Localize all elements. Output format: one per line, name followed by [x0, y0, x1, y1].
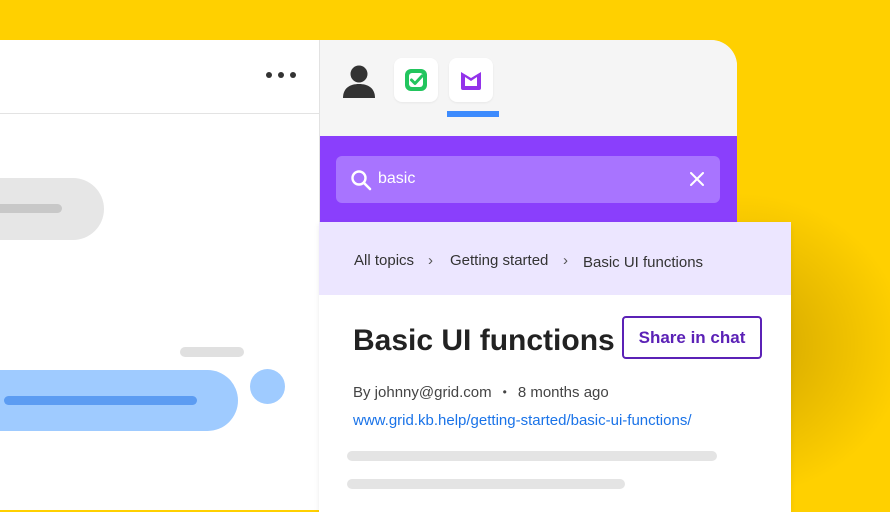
message-placeholder-line: [4, 396, 197, 405]
chevron-right-icon: ›: [428, 252, 433, 269]
more-horizontal-icon[interactable]: [266, 72, 296, 82]
breadcrumb-current: Basic UI functions: [583, 254, 704, 271]
share-in-chat-button[interactable]: Share in chat: [622, 316, 762, 359]
panel-tab-bar: [320, 40, 737, 136]
content-placeholder-line: [347, 479, 625, 489]
tab-tasks[interactable]: [394, 58, 438, 102]
search-query-text[interactable]: basic: [378, 170, 415, 188]
chat-window: [0, 40, 330, 510]
meta-separator: •: [502, 385, 507, 399]
user-icon[interactable]: [342, 64, 376, 100]
timestamp-text: 8 months ago: [517, 384, 609, 401]
article-card: All topics › Getting started › Basic UI …: [319, 222, 791, 512]
message-placeholder-line: [0, 204, 62, 213]
breadcrumb: All topics › Getting started › Basic UI …: [319, 222, 791, 295]
search-input[interactable]: basic: [336, 156, 720, 203]
search-icon: [351, 170, 372, 191]
breadcrumb-all-topics[interactable]: All topics: [354, 252, 414, 269]
page-title: Basic UI functions: [353, 324, 615, 357]
chevron-right-icon: ›: [563, 252, 568, 269]
article-url-link[interactable]: www.grid.kb.help/getting-started/basic-u…: [353, 412, 692, 429]
incoming-message-bubble: [0, 178, 104, 240]
content-placeholder-line: [347, 451, 717, 461]
tab-knowledge-base[interactable]: [449, 58, 493, 102]
chat-header: [0, 40, 330, 114]
breadcrumb-getting-started[interactable]: Getting started: [450, 252, 548, 269]
search-header: basic: [320, 136, 737, 222]
article-meta: By johnny@grid.com • 8 months ago: [353, 384, 609, 401]
active-tab-indicator: [447, 111, 499, 117]
check-square-icon: [405, 69, 427, 91]
outgoing-message-bubble: [0, 370, 238, 431]
close-icon[interactable]: [690, 172, 704, 186]
timestamp-placeholder: [180, 347, 244, 357]
avatar: [250, 369, 285, 404]
author-text: By johnny@grid.com: [353, 384, 492, 401]
knowledge-base-icon: [461, 72, 481, 90]
